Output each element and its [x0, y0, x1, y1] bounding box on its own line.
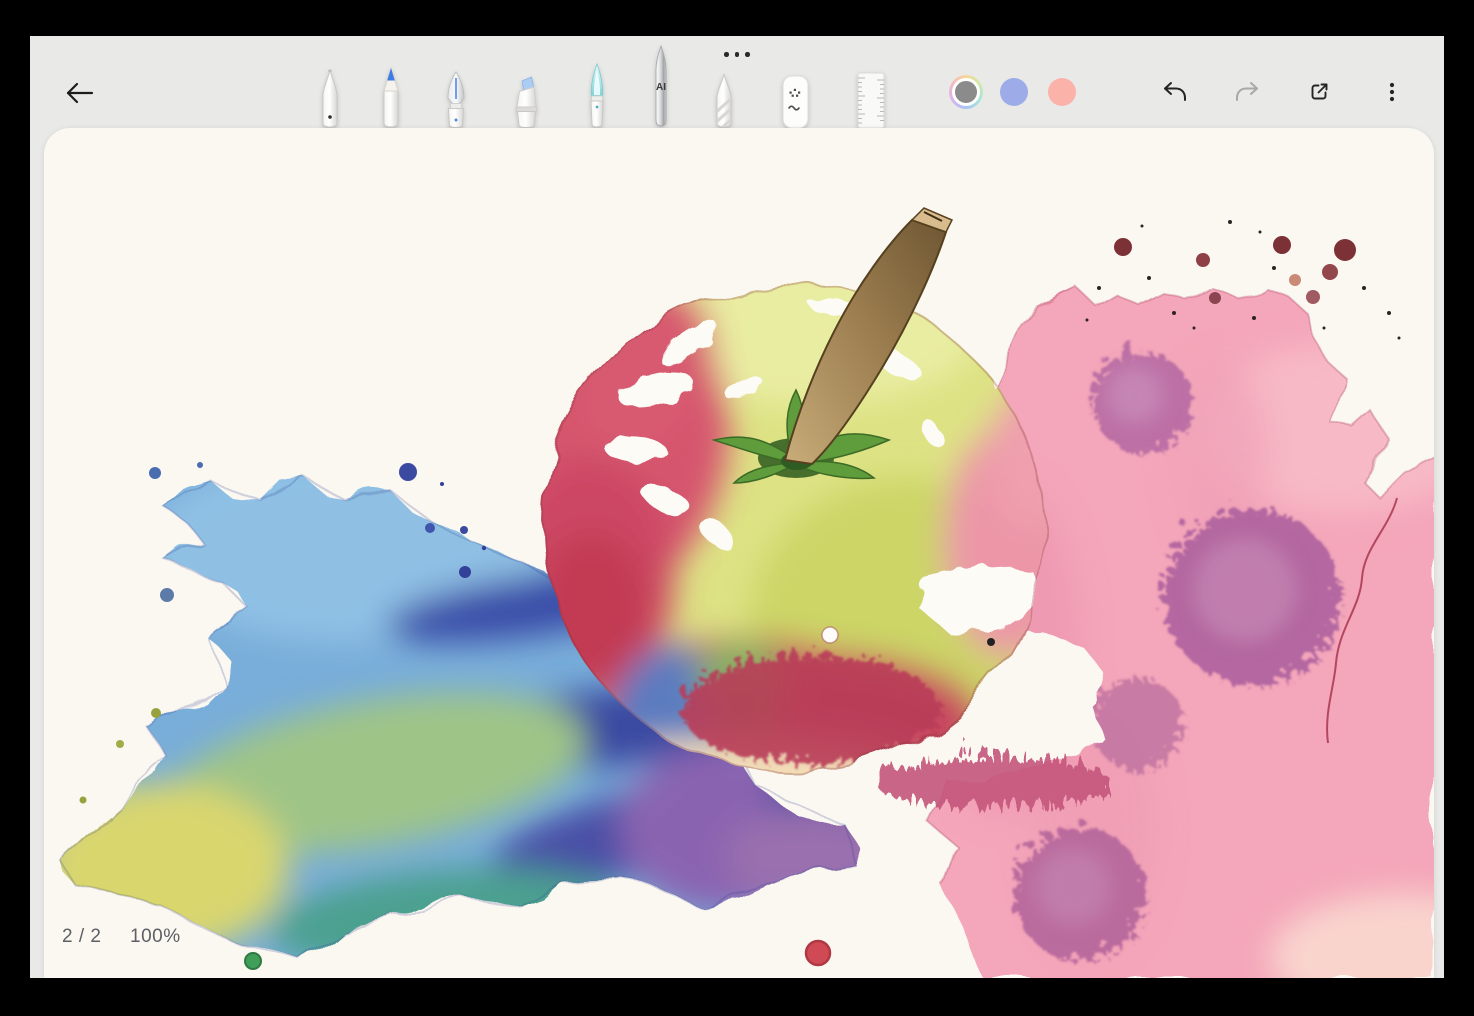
tool-highlighter[interactable] — [503, 74, 547, 128]
undo-button[interactable] — [1152, 70, 1196, 114]
drag-handle-dots-icon — [724, 52, 729, 57]
redo-button[interactable] — [1226, 70, 1270, 114]
page-indicator: 2 / 2 — [62, 926, 101, 948]
arrow-left-icon — [61, 79, 95, 107]
artwork-crimson-drop — [806, 941, 830, 965]
drag-handle-dots-icon — [745, 52, 750, 57]
tool-eraser[interactable] — [773, 72, 817, 128]
more-options-button[interactable] — [1370, 70, 1414, 114]
textured-pen-icon — [702, 72, 746, 128]
ai-pen-icon: AI — [639, 44, 683, 128]
undo-icon — [1160, 80, 1188, 104]
toolbar-drag-handle[interactable] — [724, 52, 750, 57]
tool-fountain-pen[interactable] — [434, 70, 478, 128]
kebab-menu-icon — [1384, 80, 1400, 104]
artwork-watercolor-apple — [44, 128, 1434, 978]
drawing-app-window: AI — [30, 36, 1444, 978]
color-swatch-salmon[interactable] — [1048, 78, 1076, 106]
drag-handle-dots-icon — [735, 52, 740, 57]
artwork-white-dot — [822, 627, 838, 643]
eraser-icon — [773, 72, 817, 128]
artwork-red-fringe — [866, 747, 1102, 799]
active-color-circle — [952, 78, 980, 106]
tool-textured-pen[interactable] — [702, 72, 746, 128]
open-in-new-icon — [1307, 80, 1331, 104]
tool-ballpoint-pen[interactable] — [308, 68, 352, 128]
toolbar: AI — [30, 36, 1444, 128]
back-button[interactable] — [56, 71, 100, 115]
zoom-indicator: 100% — [130, 926, 181, 948]
share-button[interactable] — [1297, 70, 1341, 114]
fountain-pen-icon — [434, 70, 478, 128]
color-swatch-active[interactable] — [949, 75, 983, 109]
brush-icon — [575, 62, 619, 128]
ai-pen-label: AI — [656, 82, 666, 93]
ruler-icon — [849, 70, 893, 128]
tool-pencil[interactable] — [369, 64, 413, 128]
color-swatch-periwinkle[interactable] — [1000, 78, 1028, 106]
tool-brush[interactable] — [575, 62, 619, 128]
drawing-canvas[interactable]: 2 / 2 100% — [44, 128, 1434, 978]
tool-ai-pen[interactable]: AI — [639, 44, 683, 128]
rainbow-ring-icon — [949, 75, 983, 109]
redo-icon — [1234, 80, 1262, 104]
artwork-black-speck — [987, 638, 995, 646]
tool-ruler[interactable] — [849, 70, 893, 128]
ballpoint-pen-icon — [308, 68, 352, 128]
highlighter-icon — [503, 74, 547, 128]
pencil-icon — [369, 64, 413, 128]
